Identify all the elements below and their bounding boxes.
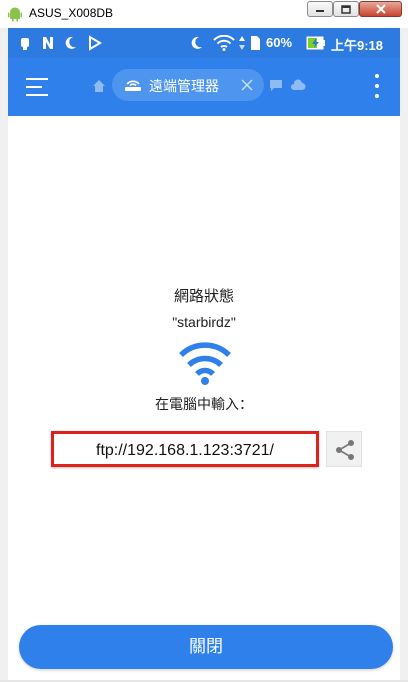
n-app-icon	[43, 37, 53, 49]
sim-card-icon	[251, 36, 260, 50]
enter-on-computer-label: 在電腦中輸入：	[155, 397, 253, 413]
router-icon	[125, 80, 141, 91]
usb-debug-icon	[21, 38, 29, 50]
wifi-icon	[179, 342, 231, 385]
ftp-address-field[interactable]: ftp://192.168.1.123:3721/	[51, 431, 319, 467]
more-dot	[375, 84, 379, 88]
menu-button[interactable]	[26, 76, 50, 98]
wifi-signal-icon	[213, 35, 235, 51]
data-arrows-icon	[239, 36, 245, 50]
minimize-icon	[316, 10, 324, 12]
share-icon	[336, 440, 354, 460]
do-not-disturb-moon-icon	[191, 36, 202, 49]
window-frame-left	[0, 28, 8, 682]
moon-icon	[65, 36, 76, 49]
tab-label: 遠端管理器	[149, 79, 219, 95]
share-button[interactable]	[326, 431, 362, 467]
more-dot	[375, 74, 379, 78]
window-titlebar: ASUS_X008DB	[0, 0, 408, 29]
status-bar: 60% 上午9:18	[8, 28, 400, 58]
close-icon	[375, 4, 386, 14]
window-close-button[interactable]	[359, 1, 402, 17]
maximize-button[interactable]	[333, 1, 359, 17]
more-options-button[interactable]	[372, 72, 382, 100]
menu-line	[26, 86, 42, 88]
menu-line	[26, 94, 48, 96]
maximize-icon	[341, 4, 351, 14]
android-icon	[8, 7, 22, 22]
ftp-address-text: ftp://192.168.1.123:3721/	[96, 442, 274, 459]
menu-line	[26, 78, 48, 80]
window-frame-right	[400, 28, 408, 682]
network-ssid: "starbirdz"	[172, 314, 236, 330]
app-bar: 遠端管理器	[8, 58, 400, 116]
close-button[interactable]: 關閉	[19, 625, 393, 669]
network-status-title: 網路狀態	[173, 287, 234, 305]
chat-icon[interactable]	[269, 79, 283, 92]
battery-charging-icon	[306, 36, 325, 50]
play-store-icon	[89, 35, 102, 51]
cloud-icon[interactable]	[290, 79, 306, 91]
minimize-button[interactable]	[307, 1, 333, 17]
home-icon[interactable]	[92, 79, 106, 93]
battery-percent: 60%	[266, 35, 293, 50]
tab-close-icon[interactable]	[240, 78, 254, 92]
clock: 上午9:18	[331, 38, 384, 53]
more-dot	[375, 94, 379, 98]
tab-remote-manager[interactable]: 遠端管理器	[112, 69, 264, 101]
window-title: ASUS_X008DB	[29, 6, 114, 20]
